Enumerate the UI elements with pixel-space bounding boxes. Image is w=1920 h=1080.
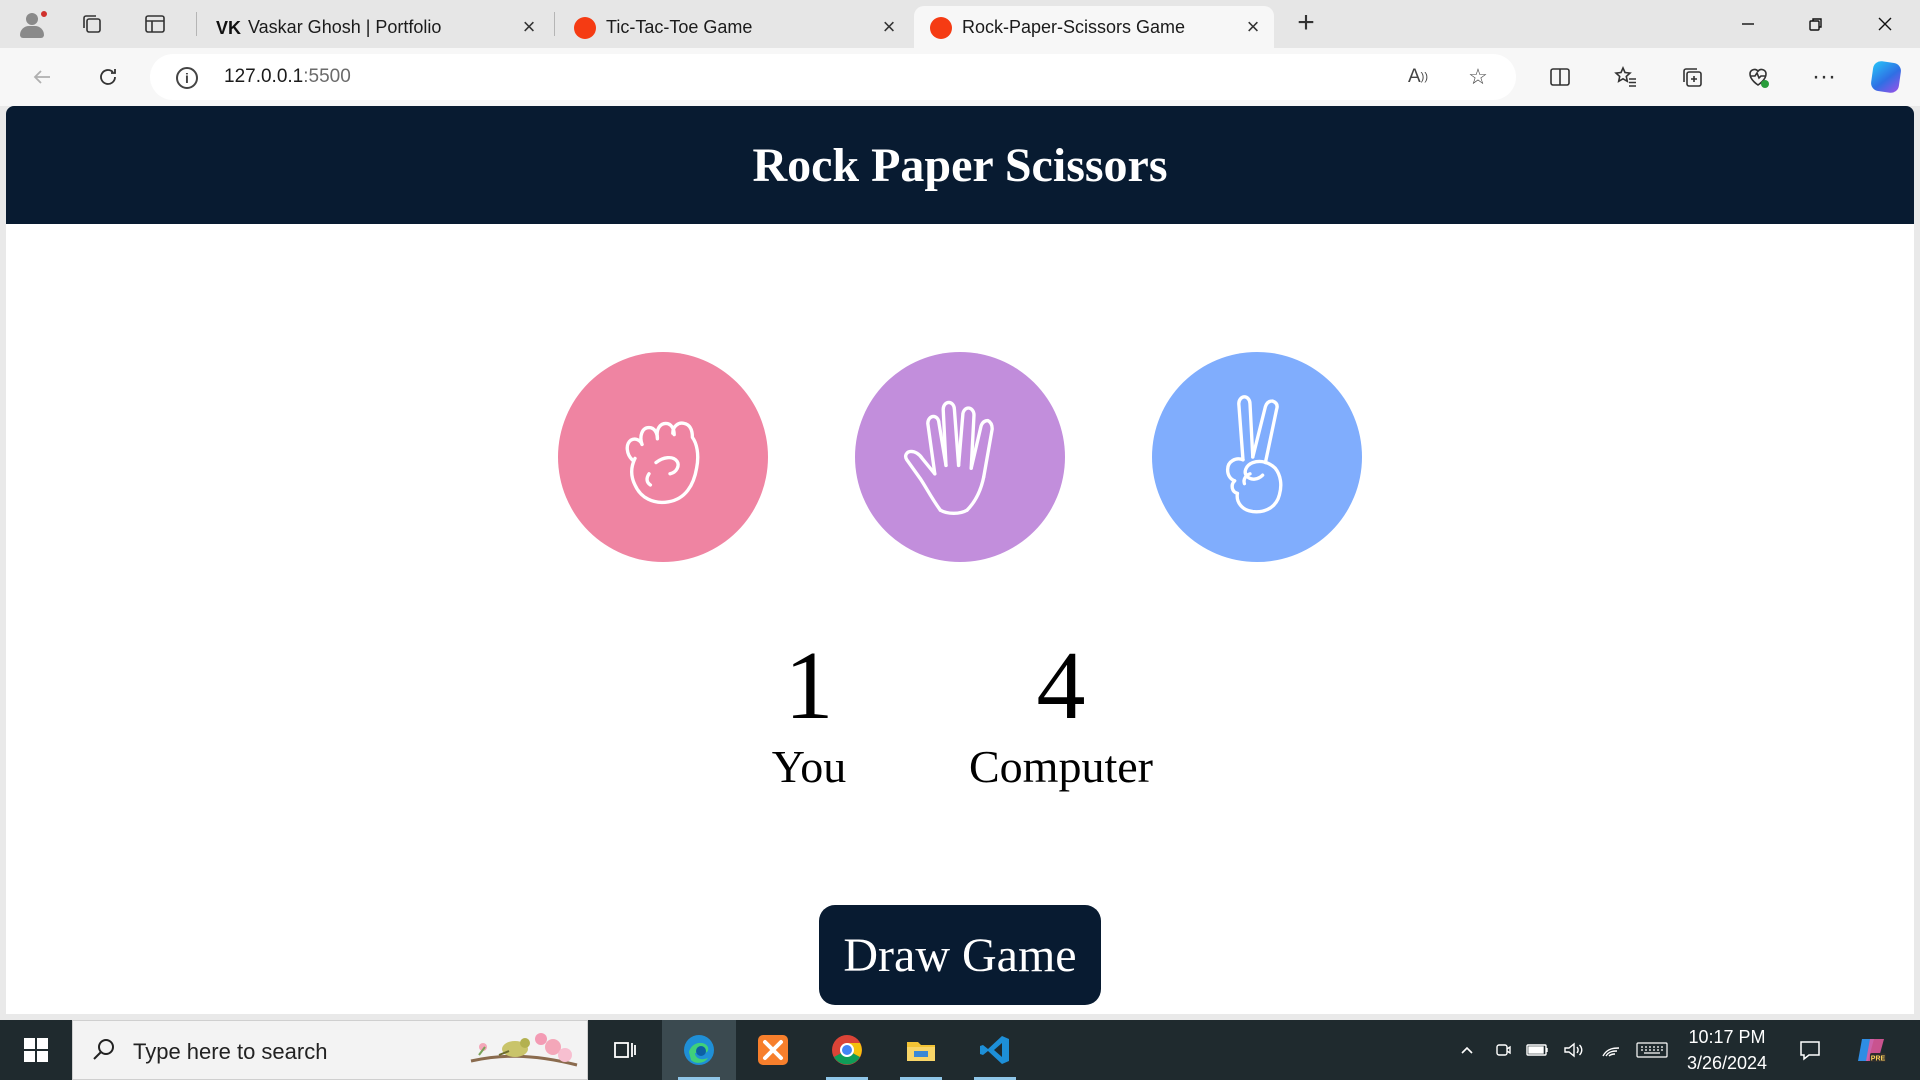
copilot-preview-icon[interactable]: PRE — [1852, 1020, 1892, 1080]
system-clock[interactable]: 10:17 PM 3/26/2024 — [1686, 1024, 1768, 1076]
chrome-taskbar-icon[interactable] — [810, 1020, 884, 1080]
profile-avatar-icon[interactable] — [16, 8, 48, 40]
svg-text:PRE: PRE — [1871, 1056, 1886, 1063]
clock-time: 10:17 PM — [1688, 1027, 1766, 1047]
search-highlight-bird-art — [470, 1033, 578, 1067]
user-score-label: You — [771, 741, 847, 792]
red-favicon-icon — [574, 17, 596, 39]
close-tab-icon[interactable]: × — [518, 16, 540, 38]
tab-title: Rock-Paper-Scissors Game — [962, 16, 1186, 37]
tab-tic-tac-toe[interactable]: Tic-Tac-Toe Game × — [558, 6, 910, 48]
restore-window-button[interactable] — [1781, 0, 1851, 48]
meet-now-icon[interactable] — [1488, 1020, 1518, 1080]
windows-logo-icon — [24, 1038, 48, 1062]
tab-rock-paper-scissors[interactable]: Rock-Paper-Scissors Game × — [914, 6, 1274, 48]
task-view-icon[interactable] — [588, 1020, 662, 1080]
more-options-icon[interactable]: ··· — [1810, 63, 1838, 91]
battery-icon[interactable] — [1522, 1020, 1554, 1080]
minimize-window-button[interactable] — [1713, 0, 1783, 48]
search-icon — [91, 1037, 117, 1070]
notifications-icon[interactable] — [1792, 1020, 1828, 1080]
tab-divider — [554, 12, 555, 36]
vscode-taskbar-icon[interactable] — [958, 1020, 1032, 1080]
wifi-icon[interactable] — [1596, 1020, 1626, 1080]
computer-score: 4 Computer — [956, 632, 1166, 794]
favorites-icon[interactable] — [1612, 63, 1640, 91]
page-viewport: Rock Paper Scissors 1 You 4 Computer Dra… — [6, 106, 1914, 1014]
computer-score-label: Computer — [969, 741, 1153, 792]
computer-score-value: 4 — [1036, 632, 1086, 740]
user-score-value: 1 — [784, 632, 834, 740]
search-placeholder: Type here to search — [133, 1039, 328, 1064]
scissors-choice-button[interactable] — [1152, 352, 1362, 562]
url-text[interactable]: 127.0.0.1:5500 — [224, 66, 351, 88]
user-score: 1 You — [749, 632, 869, 794]
rock-fist-icon — [625, 421, 700, 505]
reload-icon[interactable] — [92, 61, 124, 93]
tab-portfolio[interactable]: VK Vaskar Ghosh | Portfolio × — [200, 6, 550, 48]
start-button[interactable] — [0, 1020, 72, 1080]
read-aloud-icon[interactable]: A)) — [1404, 63, 1432, 91]
rock-choice-button[interactable] — [558, 352, 768, 562]
close-tab-icon[interactable]: × — [878, 16, 900, 38]
volume-icon[interactable] — [1558, 1020, 1588, 1080]
tab-title: Tic-Tac-Toe Game — [606, 16, 753, 37]
edge-taskbar-icon[interactable] — [662, 1020, 736, 1080]
scissors-hand-icon — [1225, 395, 1283, 514]
tab-actions-icon[interactable] — [139, 8, 171, 40]
browser-tabstrip: VK Vaskar Ghosh | Portfolio × Tic-Tac-To… — [0, 0, 1920, 48]
add-favorite-star-icon[interactable]: ☆ — [1464, 63, 1492, 91]
result-message: Draw Game — [819, 905, 1101, 1005]
site-info-icon[interactable]: i — [176, 67, 198, 89]
page-title: Rock Paper Scissors — [752, 138, 1168, 192]
close-window-button[interactable] — [1850, 0, 1920, 48]
red-favicon-icon — [930, 17, 952, 39]
file-explorer-taskbar-icon[interactable] — [884, 1020, 958, 1080]
collections-icon[interactable] — [1678, 63, 1706, 91]
workspaces-icon[interactable] — [76, 8, 108, 40]
address-bar[interactable]: i 127.0.0.1:5500 A)) ☆ — [150, 54, 1516, 100]
close-tab-icon[interactable]: × — [1242, 16, 1264, 38]
xampp-taskbar-icon[interactable] — [736, 1020, 810, 1080]
tab-title: Vaskar Ghosh | Portfolio — [248, 16, 442, 37]
vk-favicon-icon: VK — [216, 18, 242, 38]
paper-hand-icon — [904, 400, 994, 516]
copilot-icon[interactable] — [1870, 60, 1902, 94]
game-header: Rock Paper Scissors — [6, 106, 1914, 224]
new-tab-button[interactable]: + — [1290, 8, 1322, 40]
back-arrow-icon[interactable] — [26, 61, 58, 93]
show-hidden-icons-icon[interactable] — [1452, 1020, 1482, 1080]
windows-taskbar: Type here to search 10:17 PM 3/26/2024 P… — [0, 1020, 1920, 1080]
keyboard-icon[interactable] — [1632, 1020, 1672, 1080]
browser-toolbar: i 127.0.0.1:5500 A)) ☆ ··· — [0, 48, 1920, 106]
tab-divider — [196, 12, 197, 36]
split-screen-icon[interactable] — [1546, 63, 1574, 91]
performance-heart-icon[interactable] — [1744, 63, 1772, 91]
taskbar-search-box[interactable]: Type here to search — [72, 1020, 588, 1080]
paper-choice-button[interactable] — [855, 352, 1065, 562]
clock-date: 3/26/2024 — [1686, 1053, 1768, 1073]
